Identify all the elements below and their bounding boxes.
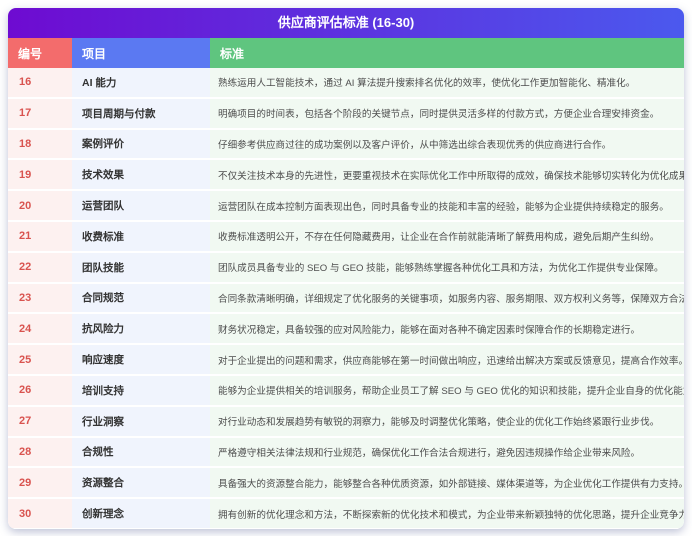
table-body: 16AI 能力熟练运用人工智能技术，通过 AI 算法提升搜索排名优化的效率，使优… xyxy=(8,68,684,529)
row-number-cell: 24 xyxy=(8,314,72,343)
row-item-cell: 收费标准 xyxy=(72,222,210,251)
table-title: 供应商评估标准 (16-30) xyxy=(8,8,684,38)
page: 供应商评估标准 (16-30) 编号 项目 标准 16AI 能力熟练运用人工智能… xyxy=(0,0,692,536)
row-number-cell: 19 xyxy=(8,160,72,189)
table-row: 16AI 能力熟练运用人工智能技术，通过 AI 算法提升搜索排名优化的效率，使优… xyxy=(8,68,684,97)
row-item-cell: 合规性 xyxy=(72,438,210,467)
row-item-cell: 资源整合 xyxy=(72,468,210,497)
table-row: 23合同规范合同条款清晰明确，详细规定了优化服务的关键事项，如服务内容、服务期限… xyxy=(8,284,684,313)
row-standard-cell: 收费标准透明公开，不存在任何隐藏费用，让企业在合作前就能清晰了解费用构成，避免后… xyxy=(210,222,684,251)
table-row: 22团队技能团队成员具备专业的 SEO 与 GEO 技能，能够熟练掌握各种优化工… xyxy=(8,253,684,282)
table-row: 25响应速度对于企业提出的问题和需求，供应商能够在第一时间做出响应，迅速给出解决… xyxy=(8,345,684,374)
row-number-cell: 16 xyxy=(8,68,72,97)
row-item-cell: 运营团队 xyxy=(72,191,210,220)
table-header-row: 编号 项目 标准 xyxy=(8,38,684,68)
row-item-cell: AI 能力 xyxy=(72,68,210,97)
row-item-cell: 项目周期与付款 xyxy=(72,99,210,128)
row-number-cell: 18 xyxy=(8,130,72,159)
table-row: 18案例评价仔细参考供应商过往的成功案例以及客户评价，从中筛选出综合表现优秀的供… xyxy=(8,130,684,159)
row-standard-cell: 团队成员具备专业的 SEO 与 GEO 技能，能够熟练掌握各种优化工具和方法，为… xyxy=(210,253,684,282)
row-number-cell: 27 xyxy=(8,407,72,436)
column-header-item: 项目 xyxy=(72,38,210,68)
row-item-cell: 抗风险力 xyxy=(72,314,210,343)
row-number-cell: 17 xyxy=(8,99,72,128)
row-standard-cell: 拥有创新的优化理念和方法，不断探索新的优化技术和模式，为企业带来新颖独特的优化思… xyxy=(210,499,684,528)
row-item-cell: 响应速度 xyxy=(72,345,210,374)
column-header-standard: 标准 xyxy=(210,38,684,68)
row-number-cell: 30 xyxy=(8,499,72,528)
table-row: 19技术效果不仅关注技术本身的先进性，更要重视技术在实际优化工作中所取得的成效，… xyxy=(8,160,684,189)
row-number-cell: 29 xyxy=(8,468,72,497)
row-standard-cell: 具备强大的资源整合能力，能够整合各种优质资源，如外部链接、媒体渠道等，为企业优化… xyxy=(210,468,684,497)
row-number-cell: 23 xyxy=(8,284,72,313)
row-number-cell: 25 xyxy=(8,345,72,374)
table-row: 29资源整合具备强大的资源整合能力，能够整合各种优质资源，如外部链接、媒体渠道等… xyxy=(8,468,684,497)
row-standard-cell: 能够为企业提供相关的培训服务，帮助企业员工了解 SEO 与 GEO 优化的知识和… xyxy=(210,376,684,405)
row-item-cell: 技术效果 xyxy=(72,160,210,189)
row-item-cell: 行业洞察 xyxy=(72,407,210,436)
row-standard-cell: 仔细参考供应商过往的成功案例以及客户评价，从中筛选出综合表现优秀的供应商进行合作… xyxy=(210,130,684,159)
row-standard-cell: 熟练运用人工智能技术，通过 AI 算法提升搜索排名优化的效率，使优化工作更加智能… xyxy=(210,68,684,97)
row-number-cell: 20 xyxy=(8,191,72,220)
row-item-cell: 团队技能 xyxy=(72,253,210,282)
row-standard-cell: 对行业动态和发展趋势有敏锐的洞察力，能够及时调整优化策略，使企业的优化工作始终紧… xyxy=(210,407,684,436)
row-number-cell: 22 xyxy=(8,253,72,282)
table-row: 28合规性严格遵守相关法律法规和行业规范，确保优化工作合法合规进行，避免因违规操… xyxy=(8,438,684,467)
row-standard-cell: 合同条款清晰明确，详细规定了优化服务的关键事项，如服务内容、服务期限、双方权利义… xyxy=(210,284,684,313)
row-standard-cell: 明确项目的时间表，包括各个阶段的关键节点，同时提供灵活多样的付款方式，方便企业合… xyxy=(210,99,684,128)
row-item-cell: 合同规范 xyxy=(72,284,210,313)
row-standard-cell: 严格遵守相关法律法规和行业规范，确保优化工作合法合规进行，避免因违规操作给企业带… xyxy=(210,438,684,467)
table-row: 20运营团队运营团队在成本控制方面表现出色，同时具备专业的技能和丰富的经验，能够… xyxy=(8,191,684,220)
row-item-cell: 案例评价 xyxy=(72,130,210,159)
row-standard-cell: 财务状况稳定，具备较强的应对风险能力，能够在面对各种不确定因素时保障合作的长期稳… xyxy=(210,314,684,343)
row-standard-cell: 不仅关注技术本身的先进性，更要重视技术在实际优化工作中所取得的成效，确保技术能够… xyxy=(210,160,684,189)
column-header-no: 编号 xyxy=(8,38,72,68)
table-row: 26培训支持能够为企业提供相关的培训服务，帮助企业员工了解 SEO 与 GEO … xyxy=(8,376,684,405)
row-standard-cell: 对于企业提出的问题和需求，供应商能够在第一时间做出响应，迅速给出解决方案或反馈意… xyxy=(210,345,684,374)
table-row: 17项目周期与付款明确项目的时间表，包括各个阶段的关键节点，同时提供灵活多样的付… xyxy=(8,99,684,128)
row-number-cell: 28 xyxy=(8,438,72,467)
row-standard-cell: 运营团队在成本控制方面表现出色，同时具备专业的技能和丰富的经验，能够为企业提供持… xyxy=(210,191,684,220)
row-number-cell: 26 xyxy=(8,376,72,405)
supplier-evaluation-table: 供应商评估标准 (16-30) 编号 项目 标准 16AI 能力熟练运用人工智能… xyxy=(8,8,684,529)
table-row: 24抗风险力财务状况稳定，具备较强的应对风险能力，能够在面对各种不确定因素时保障… xyxy=(8,314,684,343)
row-item-cell: 创新理念 xyxy=(72,499,210,528)
row-number-cell: 21 xyxy=(8,222,72,251)
table-row: 30创新理念拥有创新的优化理念和方法，不断探索新的优化技术和模式，为企业带来新颖… xyxy=(8,499,684,528)
table-row: 21收费标准收费标准透明公开，不存在任何隐藏费用，让企业在合作前就能清晰了解费用… xyxy=(8,222,684,251)
row-item-cell: 培训支持 xyxy=(72,376,210,405)
table-row: 27行业洞察对行业动态和发展趋势有敏锐的洞察力，能够及时调整优化策略，使企业的优… xyxy=(8,407,684,436)
